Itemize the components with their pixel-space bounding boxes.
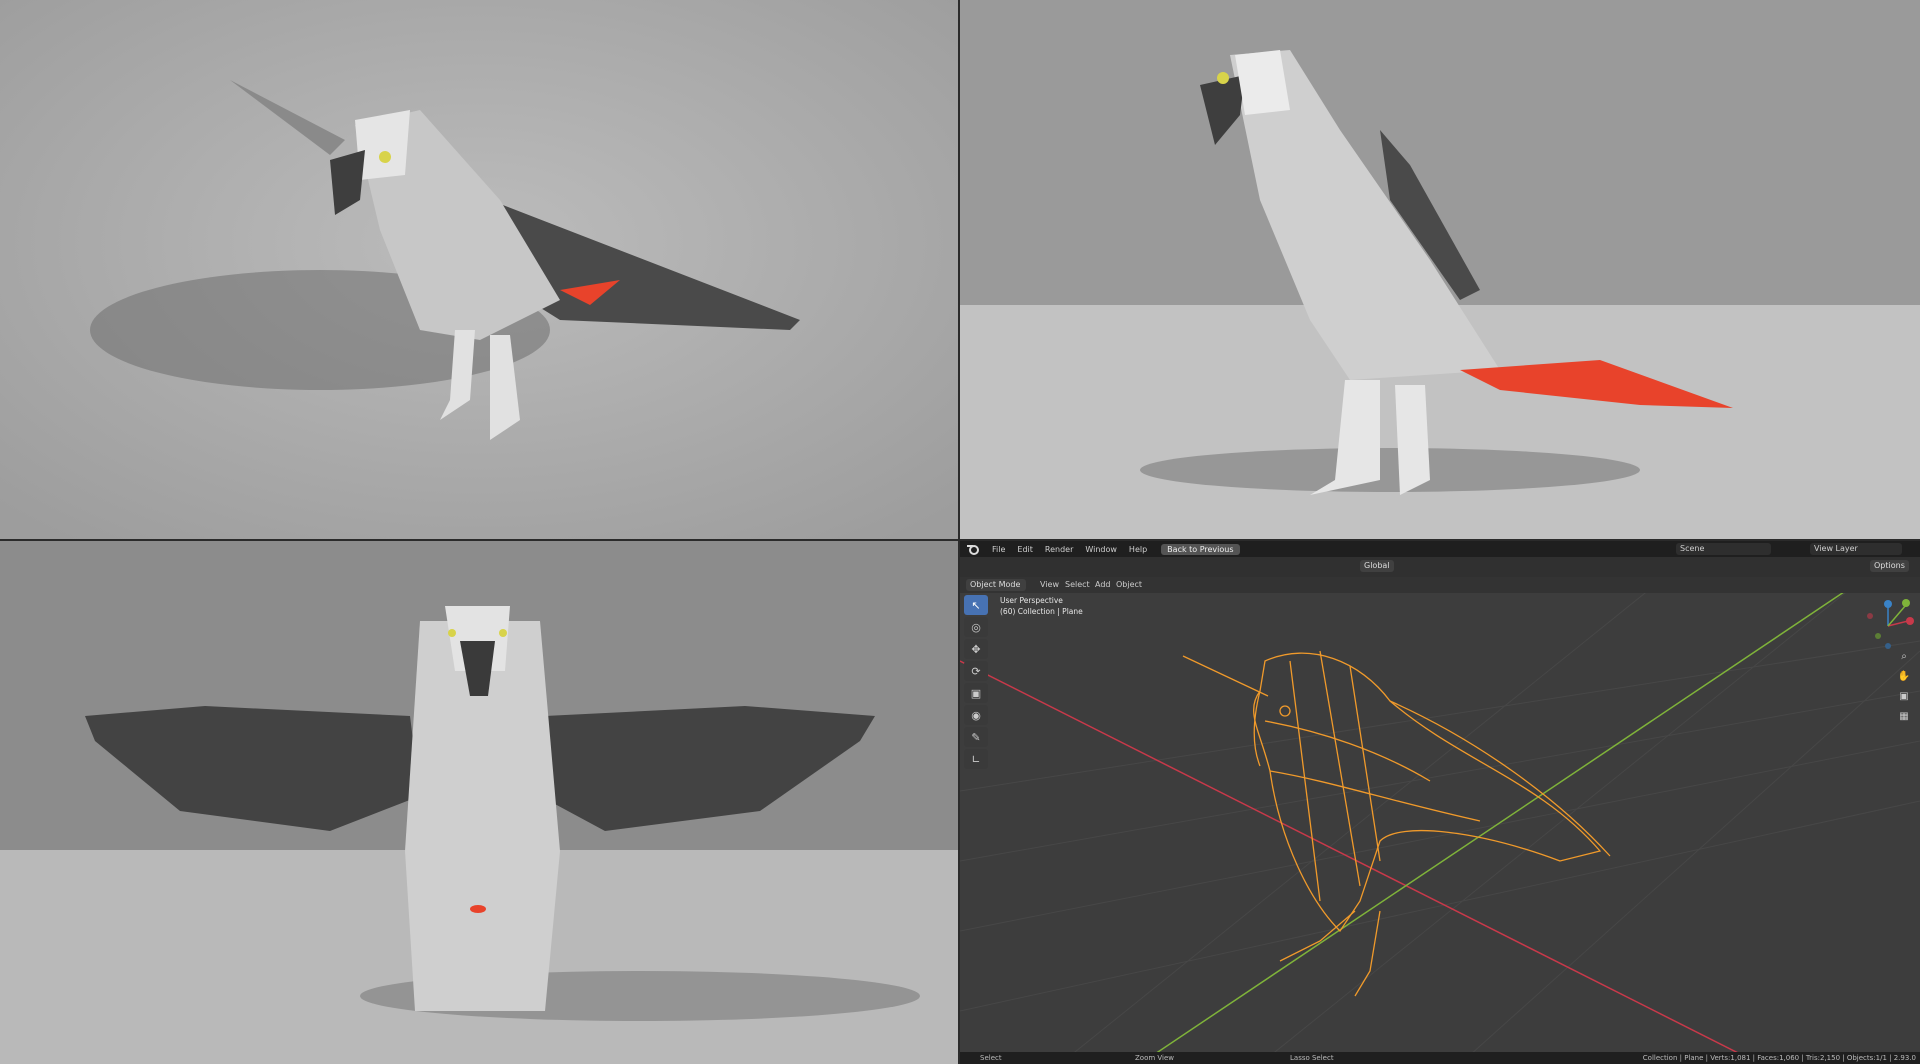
select-box-icon[interactable]: ↖ [964, 595, 988, 615]
view-layer-selector[interactable]: View Layer [1810, 543, 1902, 555]
tail [470, 905, 486, 913]
back-to-previous-button[interactable]: Back to Previous [1161, 543, 1240, 555]
menu-file[interactable]: File [986, 545, 1011, 554]
render-scene [0, 541, 958, 1064]
eye [499, 629, 507, 637]
eye [1217, 72, 1229, 84]
camera-icon[interactable]: ▣ [1895, 688, 1913, 706]
status-bar: Select Zoom View Lasso Select Collection… [960, 1052, 1920, 1064]
menu-select[interactable]: Select [1065, 579, 1090, 591]
render-view-top-left [0, 0, 958, 539]
move-icon[interactable]: ✥ [964, 639, 988, 659]
menu-object[interactable]: Object [1116, 579, 1142, 591]
shadow [1140, 448, 1640, 492]
perspective-label: User Perspective [1000, 596, 1063, 605]
leg [1395, 385, 1430, 495]
view-navigation: ⌕ ✋ ▣ ▦ [1895, 648, 1915, 728]
annotate-icon[interactable]: ✎ [964, 727, 988, 747]
object-mode-dropdown[interactable]: Object Mode [966, 579, 1026, 591]
grid-icon[interactable]: ▦ [1895, 708, 1913, 726]
render-scene [960, 0, 1920, 539]
menu-render[interactable]: Render [1039, 545, 1079, 554]
render-scene [0, 0, 958, 539]
transform-orientation-dropdown[interactable]: Global [1360, 560, 1394, 572]
top-bar: File Edit Render Window Help Back to Pre… [960, 541, 1920, 557]
eye [448, 629, 456, 637]
head [355, 110, 410, 180]
options-dropdown[interactable]: Options [1870, 560, 1909, 572]
tool-settings-header: Global Options [960, 557, 1920, 577]
viewport-header: Object Mode View Select Add Object [960, 577, 1920, 593]
eye [379, 151, 391, 163]
menu-view[interactable]: View [1040, 579, 1059, 591]
menu-window[interactable]: Window [1079, 545, 1123, 554]
blender-window: File Edit Render Window Help Back to Pre… [960, 541, 1920, 1064]
zoom-icon[interactable]: ⌕ [1895, 648, 1913, 666]
render-view-bottom-left [0, 541, 958, 1064]
collection-label: (60) Collection | Plane [1000, 607, 1083, 616]
menu-edit[interactable]: Edit [1011, 545, 1039, 554]
hand-icon[interactable]: ✋ [1895, 668, 1913, 686]
rotate-icon[interactable]: ⟳ [964, 661, 988, 681]
scale-icon[interactable]: ▣ [964, 683, 988, 703]
viewport-info: User Perspective (60) Collection | Plane [1000, 595, 1083, 617]
toolbar: ↖ ◎ ✥ ⟳ ▣ ◉ ✎ ∟ [964, 595, 990, 771]
menu-add[interactable]: Add [1095, 579, 1111, 591]
blender-logo-icon[interactable] [966, 542, 980, 556]
status-lasso: Lasso Select [1290, 1054, 1334, 1062]
cursor-icon[interactable]: ◎ [964, 617, 988, 637]
transform-icon[interactable]: ◉ [964, 705, 988, 725]
render-view-top-right [960, 0, 1920, 539]
viewport-grid [960, 541, 1920, 1064]
status-stats: Collection | Plane | Verts:1,081 | Faces… [1642, 1054, 1916, 1062]
measure-icon[interactable]: ∟ [964, 749, 988, 769]
scene-selector[interactable]: Scene [1676, 543, 1771, 555]
status-select: Select [980, 1054, 1002, 1062]
menu-help[interactable]: Help [1123, 545, 1153, 554]
status-zoom: Zoom View [1135, 1054, 1175, 1062]
